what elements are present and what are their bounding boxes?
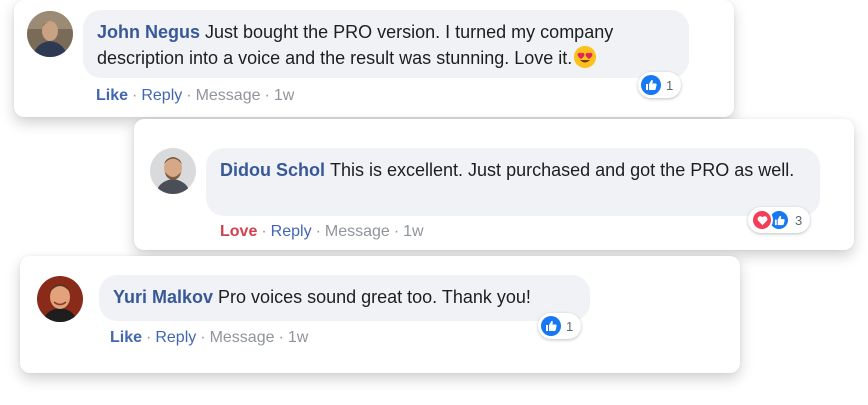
comment-text: This is excellent. Just purchased and go… [330, 160, 795, 180]
comment-text: Pro voices sound great too. Thank you! [218, 287, 531, 307]
comment-actions: Like · Reply · Message · 1w [96, 87, 295, 104]
love-link[interactable]: Love [220, 223, 257, 240]
like-icon [541, 316, 561, 336]
comment-card: John Negus Just bought the PRO version. I… [14, 0, 734, 117]
commenter-name[interactable]: Didou Schol [220, 160, 325, 180]
comment-card: Didou Schol This is excellent. Just purch… [134, 119, 854, 250]
avatar[interactable] [37, 276, 83, 322]
comment-actions: Like · Reply · Message · 1w [110, 329, 309, 346]
message-link[interactable]: Message [325, 223, 390, 240]
comment-card: Yuri Malkov Pro voices sound great too. T… [20, 256, 740, 373]
comment-bubble: Yuri Malkov Pro voices sound great too. T… [99, 275, 590, 321]
reply-link[interactable]: Reply [141, 87, 182, 104]
avatar[interactable] [150, 148, 196, 194]
message-link[interactable]: Message [196, 87, 261, 104]
like-link[interactable]: Like [110, 329, 142, 346]
reaction-summary[interactable]: 1 [538, 313, 582, 339]
commenter-name[interactable]: Yuri Malkov [113, 287, 213, 307]
avatar[interactable] [27, 11, 73, 57]
reaction-count: 1 [666, 77, 674, 93]
timestamp[interactable]: 1w [288, 329, 308, 346]
reaction-summary[interactable]: 3 [748, 207, 811, 233]
commenter-name[interactable]: John Negus [97, 22, 200, 42]
heart-icon [751, 209, 773, 231]
timestamp[interactable]: 1w [274, 87, 294, 104]
heart-eyes-emoji-icon [574, 46, 597, 68]
reaction-count: 1 [566, 318, 574, 334]
reply-link[interactable]: Reply [155, 329, 196, 346]
comment-actions: Love · Reply · Message · 1w [220, 223, 424, 240]
comment-bubble: John Negus Just bought the PRO version. I… [83, 10, 689, 78]
message-link[interactable]: Message [210, 329, 275, 346]
like-icon [641, 75, 661, 95]
timestamp[interactable]: 1w [403, 223, 423, 240]
like-link[interactable]: Like [96, 87, 128, 104]
reaction-count: 3 [795, 212, 803, 228]
reaction-summary[interactable]: 1 [638, 72, 682, 98]
comment-bubble: Didou Schol This is excellent. Just purch… [206, 148, 820, 216]
reply-link[interactable]: Reply [271, 223, 312, 240]
